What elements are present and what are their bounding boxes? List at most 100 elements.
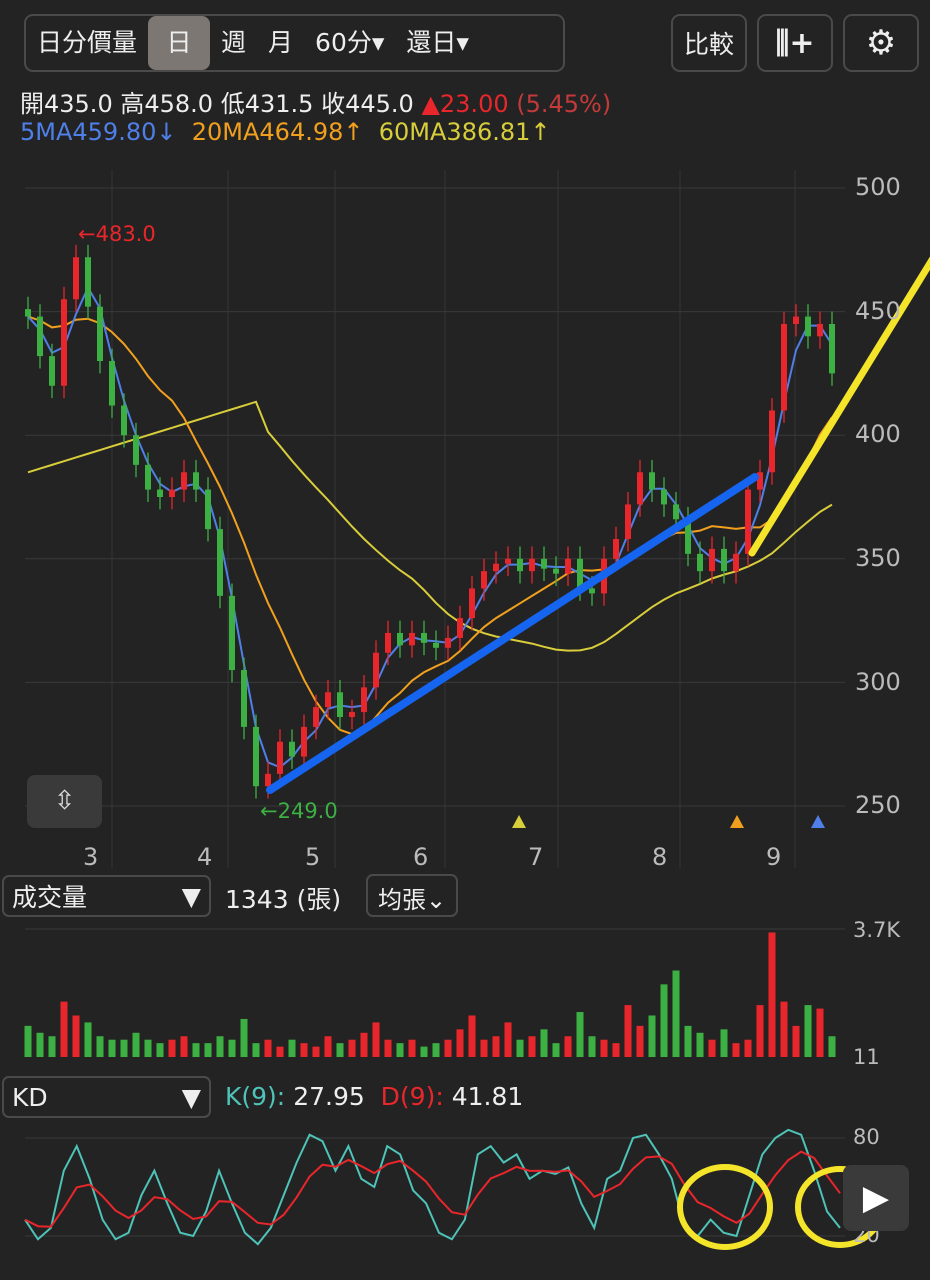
play-button[interactable]: ▶ — [843, 1165, 909, 1231]
dropdown-triangle-icon: ▼ — [181, 1082, 201, 1112]
volume-bar — [804, 1005, 812, 1057]
candle-body — [805, 316, 811, 337]
volume-bar — [636, 1025, 644, 1057]
candle-body — [589, 588, 595, 594]
candle-body — [625, 504, 631, 540]
volume-bar — [516, 1039, 524, 1057]
candle-body — [781, 323, 787, 411]
y-tick: 300 — [855, 668, 901, 696]
volume-bar — [408, 1039, 416, 1057]
volume-bar — [60, 1001, 68, 1057]
k-line — [24, 1128, 841, 1246]
candle-body — [325, 692, 331, 708]
d-value: 41.81 — [451, 1082, 524, 1111]
volume-bar — [492, 1036, 500, 1057]
dropdown-triangle-icon: ▼ — [181, 881, 201, 911]
candle-body — [793, 316, 799, 324]
ma20-line — [27, 315, 833, 736]
volume-bar — [600, 1039, 608, 1057]
volume-bar — [276, 1046, 284, 1057]
volume-bar — [180, 1036, 188, 1057]
candle-body — [481, 571, 487, 589]
candle-body — [409, 632, 415, 646]
candle-body — [145, 464, 151, 490]
volume-bar — [204, 1043, 212, 1057]
candle-body — [721, 548, 727, 572]
volume-bar — [24, 1025, 32, 1057]
volume-bar — [228, 1039, 236, 1057]
volume-bar — [816, 1008, 824, 1057]
volume-bar — [564, 1036, 572, 1057]
candle-body — [253, 726, 259, 787]
volume-bar — [48, 1036, 56, 1057]
candle-body — [661, 489, 667, 505]
volume-bar — [444, 1039, 452, 1057]
volume-bar — [372, 1022, 380, 1057]
volume-bar — [384, 1039, 392, 1057]
volume-bar — [696, 1032, 704, 1057]
volume-bar — [744, 1039, 752, 1057]
volume-indicator-select[interactable]: 成交量 ▼ — [2, 875, 211, 917]
candle-body — [709, 548, 715, 572]
volume-bar — [612, 1043, 620, 1057]
y-tick: 400 — [855, 420, 901, 448]
candle-body — [613, 539, 619, 559]
volume-bar — [336, 1043, 344, 1057]
candle-body — [349, 712, 355, 718]
x-tick: 4 — [197, 843, 213, 871]
blue-trendline — [266, 473, 759, 794]
candle-body — [373, 652, 379, 688]
candle-body — [169, 489, 175, 497]
kd-select-label: KD — [12, 1082, 48, 1112]
candle-body — [301, 726, 307, 757]
candle-body — [541, 558, 547, 569]
candle-body — [85, 257, 91, 307]
volume-bar — [780, 1001, 788, 1057]
kd-tick: 80 — [853, 1125, 880, 1149]
volume-unit-button[interactable]: 均張⌄ — [366, 874, 459, 917]
volume-bar — [792, 1025, 800, 1057]
x-tick: 8 — [652, 843, 668, 871]
candle-body — [829, 323, 835, 374]
candle-body — [649, 472, 655, 490]
volume-bar — [360, 1032, 368, 1057]
candle-body — [421, 632, 427, 643]
volume-bar — [648, 1015, 656, 1057]
volume-bar — [456, 1029, 464, 1057]
y-tick: 250 — [855, 791, 901, 819]
kd-indicator-select[interactable]: KD ▼ — [2, 1076, 211, 1118]
volume-bar — [192, 1043, 200, 1057]
volume-bar — [120, 1039, 128, 1057]
volume-bar — [312, 1046, 320, 1057]
candle-body — [61, 299, 67, 386]
volume-bar — [708, 1039, 716, 1057]
candle-body — [493, 563, 499, 572]
candle-body — [181, 472, 187, 490]
volume-bar — [528, 1036, 536, 1057]
k-label: K(9): — [225, 1082, 286, 1111]
volume-bar — [552, 1043, 560, 1057]
volume-bar — [684, 1025, 692, 1057]
candle-body — [361, 687, 367, 713]
volume-select-label: 成交量 — [12, 883, 88, 912]
kd-values: K(9): 27.95 D(9): 41.81 — [225, 1082, 523, 1111]
x-tick: 7 — [528, 843, 544, 871]
candle-body — [133, 435, 139, 465]
volume-bar — [84, 1022, 92, 1057]
candle-body — [277, 741, 283, 774]
volume-bar — [504, 1022, 512, 1057]
signal-triangle-icon — [730, 815, 744, 828]
volume-bar — [252, 1043, 260, 1057]
candle-body — [517, 558, 523, 572]
low-annotation: ←249.0 — [260, 799, 338, 823]
candle-body — [565, 558, 571, 574]
volume-bar — [288, 1039, 296, 1057]
x-tick: 3 — [83, 843, 99, 871]
candle-body — [433, 642, 439, 648]
candle-body — [337, 692, 343, 718]
volume-bar — [144, 1039, 152, 1057]
d-line — [24, 1150, 841, 1228]
high-annotation: ←483.0 — [78, 222, 156, 246]
volume-bar — [348, 1039, 356, 1057]
collapse-toggle-button[interactable]: ⇳ — [27, 775, 102, 828]
